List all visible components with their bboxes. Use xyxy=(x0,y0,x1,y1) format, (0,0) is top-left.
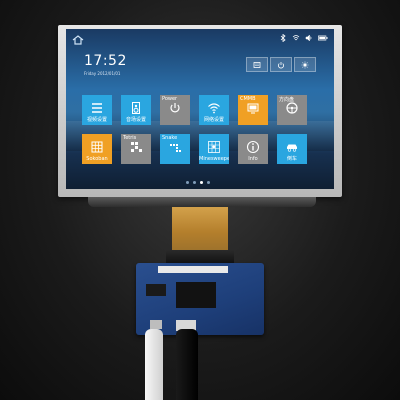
tile-label: 倒车 xyxy=(286,156,297,162)
screen-bracket xyxy=(88,197,316,207)
clock-date: Friday 2012/01/01 xyxy=(84,71,121,76)
micro-usb-port xyxy=(150,320,162,329)
page-dot[interactable] xyxy=(200,181,203,184)
car-icon xyxy=(277,140,307,154)
info-icon xyxy=(238,140,268,154)
photo-scene: 17:52 Friday 2012/01/01 视频设置 音场设置 Power 网络设… xyxy=(0,0,400,400)
mine-icon xyxy=(199,140,229,154)
wifi-icon xyxy=(199,101,229,115)
small-chip xyxy=(146,284,166,296)
tile-label: 网络设置 xyxy=(203,117,224,123)
home-icon[interactable] xyxy=(72,35,84,45)
page-indicator xyxy=(186,181,210,184)
brightness-button[interactable] xyxy=(294,57,316,72)
speaker-icon xyxy=(121,101,151,115)
screen-mode-button[interactable] xyxy=(246,57,268,72)
page-dot[interactable] xyxy=(186,181,189,184)
tile-label: 视频设置 xyxy=(86,117,107,123)
tv-icon xyxy=(238,101,268,115)
tile-network[interactable]: 网络设置 xyxy=(199,95,229,125)
page-dot[interactable] xyxy=(207,181,210,184)
tile-label: Sokoban xyxy=(86,156,108,162)
controller-chip xyxy=(176,282,216,308)
usb-cable xyxy=(145,329,163,400)
tile-tetris[interactable]: Tetris xyxy=(121,134,151,164)
tile-steering[interactable]: 方向盘 xyxy=(277,95,307,125)
tile-info[interactable]: Info xyxy=(238,134,268,164)
tile-reversing[interactable]: 倒车 xyxy=(277,134,307,164)
power-icon xyxy=(160,101,190,115)
tile-audio[interactable]: 音场设置 xyxy=(121,95,151,125)
bluetooth-icon xyxy=(280,34,286,42)
tile-snake[interactable]: Snake xyxy=(160,134,190,164)
brightness-icon xyxy=(301,61,309,68)
tile-video[interactable]: 视频设置 xyxy=(82,95,112,125)
power-off-button[interactable] xyxy=(270,57,292,72)
wifi-status-icon xyxy=(292,35,300,41)
steering-wheel-icon xyxy=(277,101,307,115)
status-bar xyxy=(279,34,328,42)
tile-sokoban[interactable]: Sokoban xyxy=(82,134,112,164)
clock-time: 17:52 xyxy=(84,53,127,69)
tile-minesweeper[interactable]: Minesweeper xyxy=(199,134,229,164)
hdmi-cable xyxy=(176,329,198,400)
snake-icon xyxy=(160,140,190,154)
quick-actions xyxy=(246,57,316,72)
blocks-icon xyxy=(121,140,151,154)
battery-icon xyxy=(318,35,328,41)
screen-mode-icon xyxy=(253,61,261,68)
ribbon-connector xyxy=(166,250,234,264)
volume-icon xyxy=(305,34,312,42)
tile-label: 音场设置 xyxy=(125,117,146,123)
tile-cmmb[interactable]: CMMB xyxy=(238,95,268,125)
tile-label: Info xyxy=(248,156,258,162)
board-connector xyxy=(158,266,228,273)
list-icon xyxy=(82,101,112,115)
power-icon xyxy=(278,61,284,68)
page-dot[interactable] xyxy=(193,181,196,184)
tile-power[interactable]: Power xyxy=(160,95,190,125)
grid-icon xyxy=(82,140,112,154)
tile-label: Minesweeper xyxy=(199,156,229,162)
lcd-screen: 17:52 Friday 2012/01/01 视频设置 音场设置 Power 网络设… xyxy=(66,29,334,189)
